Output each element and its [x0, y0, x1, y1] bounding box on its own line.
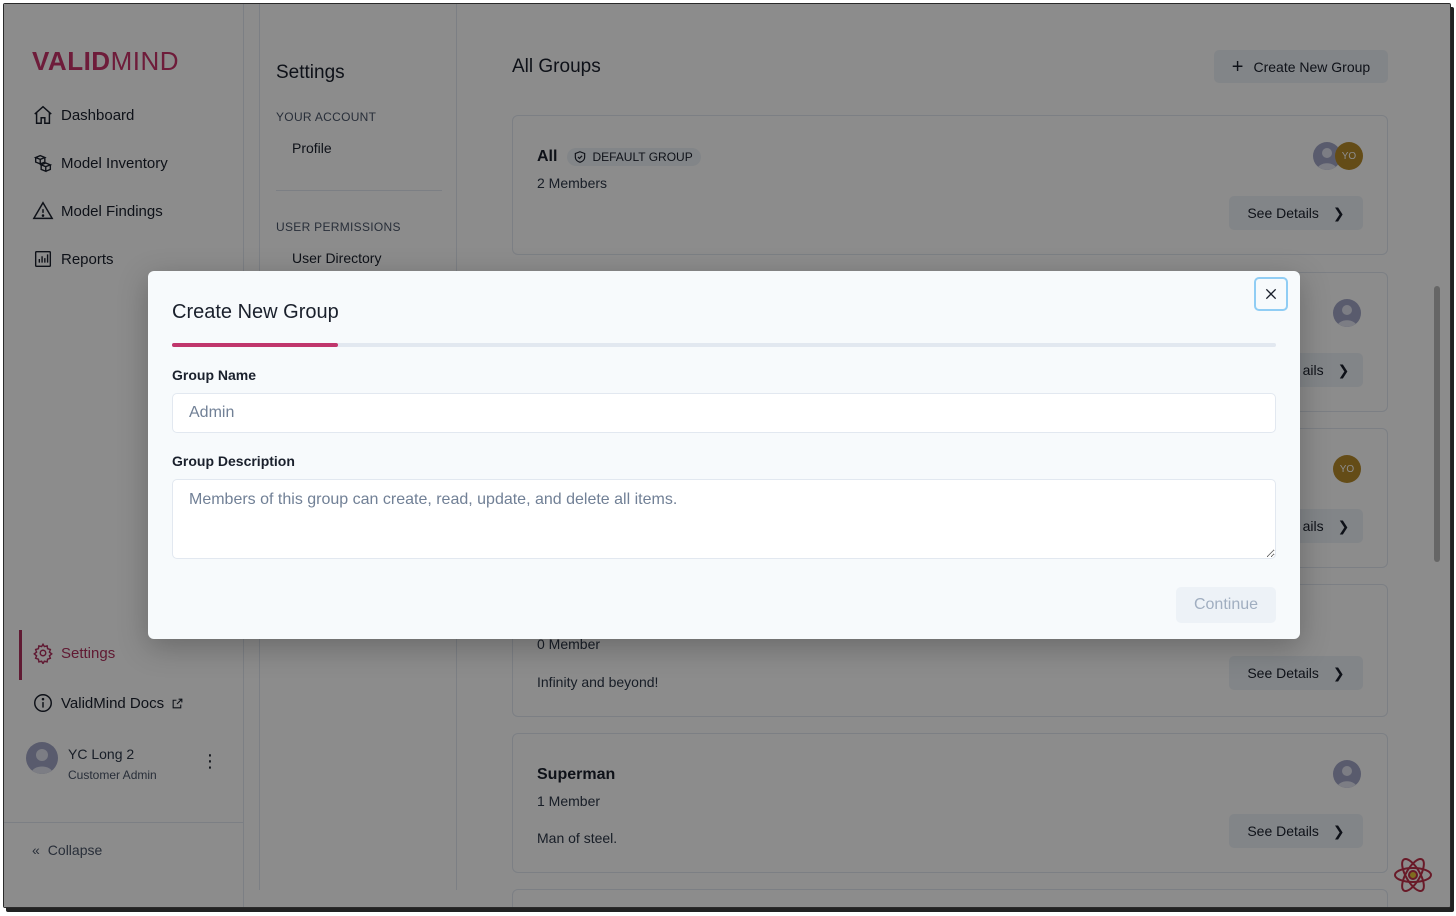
- group-description-label: Group Description: [172, 453, 295, 469]
- continue-button[interactable]: Continue: [1176, 587, 1276, 623]
- group-name-label: Group Name: [172, 367, 257, 383]
- step-progress-fill: [172, 343, 338, 347]
- group-description-textarea[interactable]: [172, 479, 1276, 559]
- group-name-input[interactable]: [172, 393, 1276, 433]
- step-progress: [172, 343, 1276, 347]
- app-window: VALIDMIND Dashboard Model Inventory Mode…: [3, 3, 1451, 908]
- close-icon: [1265, 288, 1277, 300]
- close-button[interactable]: [1254, 277, 1288, 311]
- modal-title: Create New Group: [172, 301, 339, 323]
- create-group-modal: Create New Group Group Name Group Descri…: [148, 271, 1300, 639]
